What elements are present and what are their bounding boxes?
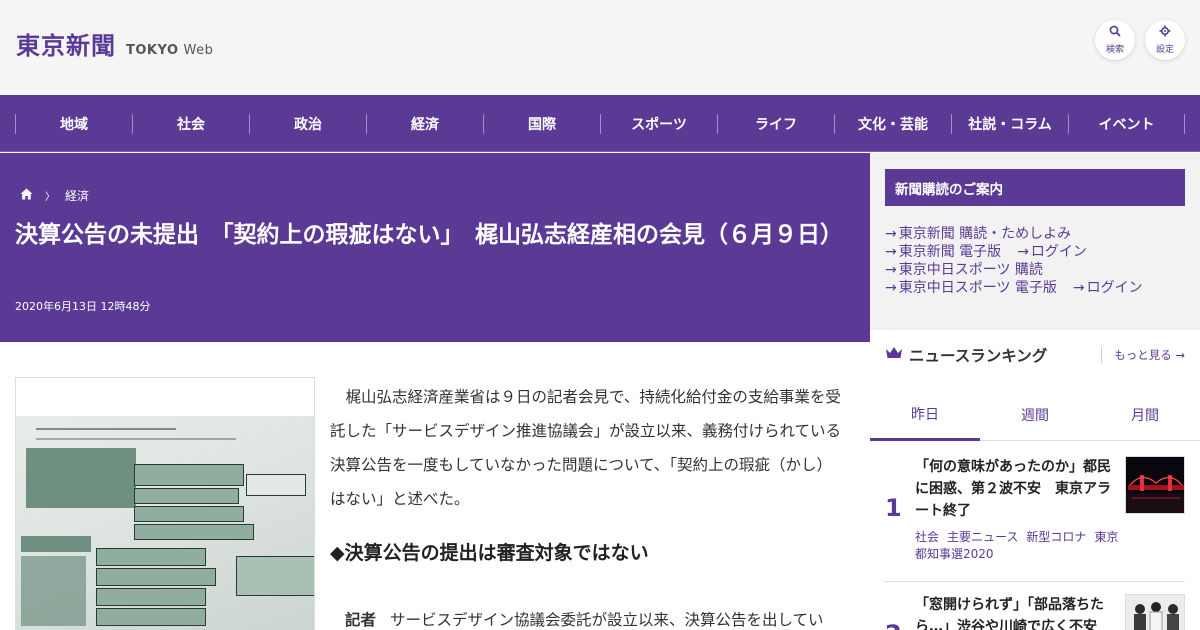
search-label: 検索	[1105, 45, 1124, 55]
crown-icon	[885, 345, 903, 365]
chevron-right-icon: 〉	[45, 192, 55, 203]
subscribe-links: → 東京新聞 購読・ためしよみ → 東京新聞 電子版 → ログイン → 東京中日スポーツ …	[885, 225, 1143, 297]
arrow-right-icon: →	[885, 226, 897, 242]
article-date: 2020年6月13日 12時48分	[15, 300, 151, 313]
nav-item-region[interactable]: 地域	[15, 113, 132, 134]
ranking-tags: 社会 主要ニュース 新型コロナ 東京都知事選2020	[915, 529, 1120, 563]
article-subheading: ◆決算公告の提出は審査対象ではない	[330, 542, 649, 564]
ranking-headline[interactable]: 「窓開けられず」「部品落ちたら…」渋谷や川崎で広く不安	[915, 594, 1115, 630]
ranking-item[interactable]: 2 「窓開けられず」「部品落ちたら…」渋谷や川崎で広く不安	[885, 594, 1185, 630]
arrow-right-icon: →	[1072, 280, 1085, 296]
site-logo[interactable]: 東京新聞 TOKYO Web	[16, 26, 213, 61]
main-nav: 地域 社会 政治 経済 国際 スポーツ ライフ 文化・芸能 社説・コラム イベン…	[0, 95, 1200, 152]
subscribe-panel: 新聞購読のご案内 → 東京新聞 購読・ためしよみ → 東京新聞 電子版 → ログイン →…	[870, 153, 1200, 330]
ranking-tabs: 昨日 週間 月間	[870, 389, 1200, 441]
nav-item-sports[interactable]: スポーツ	[600, 113, 717, 134]
gear-icon	[1159, 25, 1171, 39]
arrow-right-icon: →	[885, 244, 897, 260]
link-tokyo-login[interactable]: ログイン	[1031, 244, 1087, 260]
ranking-thumbnail[interactable]	[1125, 456, 1185, 514]
breadcrumb: 〉 経済	[20, 187, 89, 204]
nav-item-economy[interactable]: 経済	[366, 113, 483, 134]
link-chunichi-digital[interactable]: 東京中日スポーツ 電子版	[899, 280, 1057, 296]
tag-link[interactable]: 新型コロナ	[1026, 530, 1086, 544]
link-chunichi-subscribe[interactable]: 東京中日スポーツ 購読	[899, 262, 1043, 278]
sidebar: 新聞購読のご案内 → 東京新聞 購読・ためしよみ → 東京新聞 電子版 → ログイン →…	[870, 153, 1200, 630]
arrow-right-icon: →	[885, 280, 897, 296]
ranking-headline[interactable]: 「何の意味があったのか」都民に困惑、第２波不安 東京アラート終了	[915, 456, 1115, 522]
nav-item-politics[interactable]: 政治	[249, 113, 366, 134]
article-header: 〉 経済 決算公告の未提出 「契約上の瑕疵はない」 梶山弘志経産相の会見（６月９…	[0, 153, 870, 342]
article-lead: 梶山弘志経済産業省は９日の記者会見で、持続化給付金の支給事業を受託した「サービス…	[330, 388, 842, 508]
article-body: 梶山弘志経済産業省は９日の記者会見で、持続化給付金の支給事業を受託した「サービス…	[330, 380, 845, 630]
logo-wordmark: 東京新聞	[16, 31, 116, 60]
article-qa: 記者 サービスデザイン協議会委託が設立以来、決算公告を出してい	[330, 603, 845, 630]
nav-item-editorial[interactable]: 社説・コラム	[951, 113, 1068, 134]
arrow-right-icon: →	[885, 262, 897, 278]
home-icon[interactable]	[20, 188, 33, 203]
nav-item-society[interactable]: 社会	[132, 113, 249, 134]
tag-link[interactable]: 社会	[915, 530, 939, 544]
nav-item-culture[interactable]: 文化・芸能	[834, 113, 951, 134]
link-chunichi-login[interactable]: ログイン	[1087, 280, 1143, 296]
rank-number: 2	[885, 620, 902, 630]
document-photo-image	[16, 416, 314, 630]
arrow-right-icon: →	[1017, 244, 1029, 260]
qa-text: サービスデザイン協議会委託が設立以来、決算公告を出してい	[390, 611, 824, 629]
search-icon	[1109, 25, 1121, 39]
nav-item-life[interactable]: ライフ	[717, 113, 834, 134]
settings-label: 設定	[1155, 45, 1174, 55]
tag-link[interactable]: 主要ニュース	[947, 530, 1018, 544]
ranking-thumbnail[interactable]	[1125, 594, 1185, 630]
breadcrumb-category[interactable]: 経済	[65, 187, 89, 204]
link-tokyo-digital[interactable]: 東京新聞 電子版	[899, 244, 1001, 260]
ranking-more-link[interactable]: もっと見る →	[1101, 347, 1185, 363]
nav-item-international[interactable]: 国際	[483, 113, 600, 134]
ranking-divider	[885, 581, 1185, 582]
tab-yesterday[interactable]: 昨日	[870, 389, 980, 441]
nav-item-events[interactable]: イベント	[1068, 113, 1185, 134]
ranking-header: ニュースランキング もっと見る →	[885, 343, 1185, 367]
tab-monthly[interactable]: 月間	[1090, 389, 1200, 441]
tab-weekly[interactable]: 週間	[980, 389, 1090, 441]
qa-speaker: 記者	[345, 611, 377, 629]
article-photo	[15, 377, 315, 630]
logo-subtitle: TOKYO Web	[126, 43, 214, 58]
page-title: 決算公告の未提出 「契約上の瑕疵はない」 梶山弘志経産相の会見（６月９日）	[15, 222, 843, 248]
arrow-right-icon: →	[1175, 348, 1185, 362]
rank-number: 1	[885, 494, 902, 522]
site-header: 東京新聞 TOKYO Web 検索 設定	[0, 0, 1200, 95]
ranking-title: ニュースランキング	[909, 347, 1048, 365]
search-button[interactable]: 検索	[1095, 20, 1135, 60]
subscribe-title: 新聞購読のご案内	[885, 169, 1185, 206]
ranking-item[interactable]: 1 「何の意味があったのか」都民に困惑、第２波不安 東京アラート終了 社会 主要ニ…	[885, 456, 1185, 566]
link-tokyo-subscribe[interactable]: 東京新聞 購読・ためしよみ	[899, 226, 1071, 242]
settings-button[interactable]: 設定	[1145, 20, 1185, 60]
